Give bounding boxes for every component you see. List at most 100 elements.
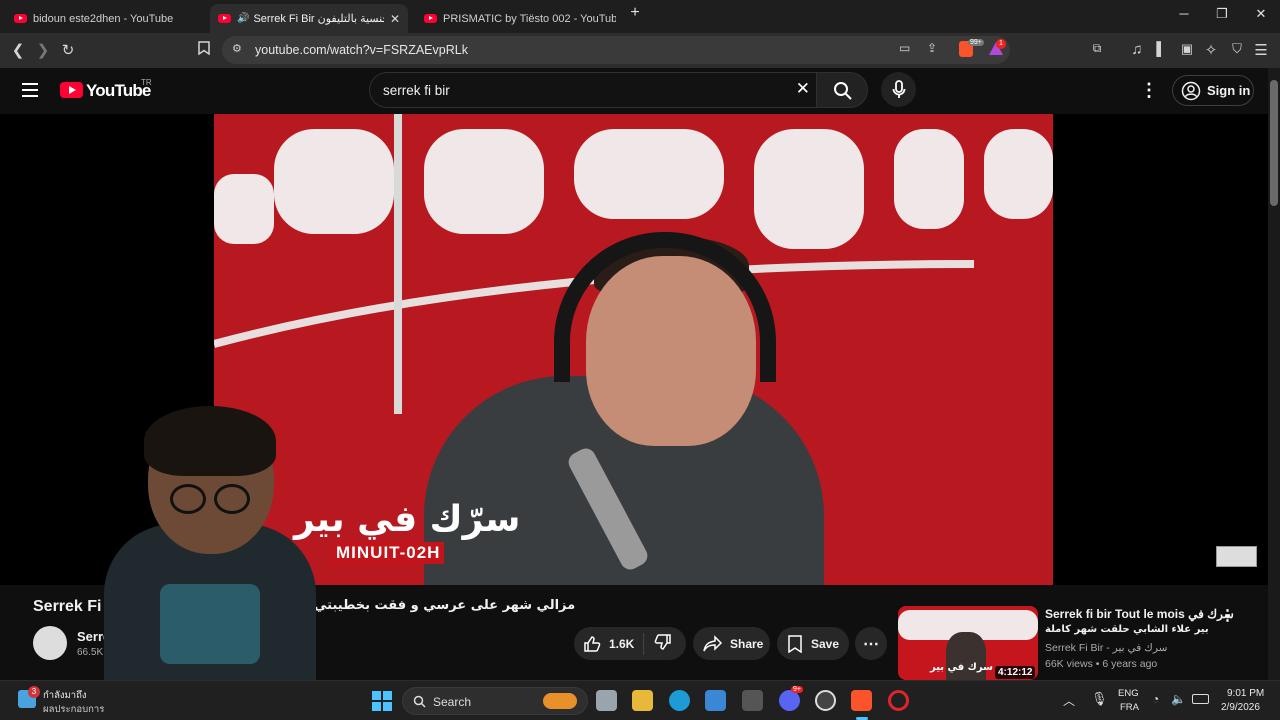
- youtube-favicon-icon: [424, 14, 437, 23]
- taskbar-search-box[interactable]: Search: [402, 687, 588, 715]
- webcam-shirt-print: [160, 584, 260, 664]
- recommended-kebab-icon[interactable]: ⋮: [1220, 606, 1235, 624]
- microsoft-store-icon[interactable]: [705, 690, 726, 711]
- recommended-channel[interactable]: Serrek Fi Bir - سرك في بير: [1045, 642, 1167, 654]
- video-duration: 4:12:12: [995, 666, 1036, 679]
- voice-search-button[interactable]: [881, 72, 916, 107]
- like-count: 1.6K: [609, 636, 635, 651]
- forward-arrow-icon[interactable]: ❯: [33, 41, 53, 59]
- cast-icon[interactable]: ▭: [899, 41, 910, 55]
- wallet-icon[interactable]: ▣: [1177, 41, 1197, 57]
- tab-bidoun[interactable]: bidoun este2dhen - YouTube: [6, 4, 208, 33]
- battery-icon[interactable]: [1192, 694, 1209, 704]
- share-button[interactable]: Share: [693, 627, 770, 660]
- tab-title: Serrek Fi Bir جنسية بالتليفون: [253, 13, 384, 25]
- recommended-title-line1[interactable]: Serrek fi bir Tout le mois سرك في: [1045, 607, 1234, 621]
- back-arrow-icon[interactable]: ❮: [8, 41, 28, 59]
- more-horizontal-icon: ⋯: [863, 635, 879, 653]
- widgets-headline[interactable]: กำลังมาถึง: [43, 688, 87, 703]
- account-icon: [1181, 81, 1201, 100]
- save-bookmark-icon: [788, 634, 802, 653]
- end-screen-thumbnail[interactable]: [1216, 546, 1257, 567]
- address-bar[interactable]: ⚙ youtube.com/watch?v=FSRZAEvpRLk ▭ ⇪ 99…: [222, 36, 1010, 64]
- microphone-icon: [892, 80, 906, 98]
- share-page-icon[interactable]: ⇪: [927, 41, 937, 55]
- webcam-glasses: [170, 484, 260, 516]
- tab-close-icon[interactable]: ✕: [384, 12, 400, 26]
- windows-taskbar: 3 กำลังมาถึง ผลประกอบการ Search 9+ ︿ 🎙 E…: [0, 680, 1280, 720]
- keyboard-layout[interactable]: FRA: [1120, 702, 1139, 713]
- vpn-shield-icon[interactable]: ⛉: [1227, 41, 1247, 57]
- url-text[interactable]: youtube.com/watch?v=FSRZAEvpRLk: [255, 43, 468, 57]
- brave-taskbar-icon[interactable]: [851, 690, 872, 711]
- browser-menu-icon[interactable]: ☰: [1251, 41, 1271, 59]
- view-count: 66K views: [1045, 658, 1093, 670]
- thumbs-down-icon: [654, 634, 671, 650]
- like-button[interactable]: 1.6K: [574, 632, 644, 655]
- new-tab-button[interactable]: +: [620, 4, 650, 22]
- file-explorer-icon[interactable]: [632, 690, 653, 711]
- media-icon[interactable]: ♫: [1127, 41, 1147, 58]
- close-window-button[interactable]: ✕: [1246, 6, 1276, 22]
- video-frame[interactable]: سرّك في بير MINUIT-02H: [214, 114, 1053, 585]
- site-settings-icon[interactable]: ⚙: [232, 42, 242, 55]
- obs-icon[interactable]: [815, 690, 836, 711]
- windows-start-icon[interactable]: [372, 691, 392, 711]
- tab-prismatic[interactable]: PRISMATIC by Tiësto 002 - YouTube: [416, 4, 616, 33]
- sign-in-label: Sign in: [1207, 83, 1251, 98]
- search-input[interactable]: serrek fi bir ✕: [369, 72, 816, 108]
- sidebar-icon[interactable]: ▌: [1151, 41, 1171, 56]
- rewards-badge: 1: [996, 39, 1006, 49]
- speaker-icon[interactable]: 🔊: [237, 13, 249, 24]
- save-label: Save: [811, 636, 840, 651]
- discord-badge: 9+: [791, 686, 803, 693]
- more-actions-button[interactable]: ⋯: [855, 627, 887, 660]
- youtube-logo-icon[interactable]: [60, 82, 83, 98]
- tab-serrek-fi-bir[interactable]: 🔊 Serrek Fi Bir جنسية بالتليفون ✕: [210, 4, 408, 33]
- sign-in-button[interactable]: Sign in: [1172, 75, 1254, 106]
- unity-icon[interactable]: [742, 690, 763, 711]
- taskbar-search-icon: [413, 695, 426, 708]
- wifi-icon[interactable]: ◔: [1152, 692, 1159, 706]
- widgets-badge: 3: [28, 686, 40, 698]
- restore-button[interactable]: ❐: [1207, 6, 1237, 22]
- dislike-button[interactable]: [644, 633, 672, 654]
- tray-mic-icon[interactable]: 🎙: [1091, 691, 1108, 707]
- search-query[interactable]: serrek fi bir: [383, 83, 450, 98]
- clock-time[interactable]: 9:01 PM: [1227, 688, 1264, 699]
- tab-title: PRISMATIC by Tiësto 002 - YouTube: [443, 12, 616, 25]
- youtube-favicon-icon: [14, 14, 27, 23]
- settings-kebab-icon[interactable]: ⋮: [1140, 80, 1158, 101]
- youtube-header: YouTube TR serrek fi bir ✕ ⋮ Sign in: [0, 68, 1268, 114]
- recommended-title-line2[interactable]: بير علاء الشابي حلقت شهر كاملة: [1045, 624, 1209, 635]
- screenshot-icon[interactable]: ⧉: [1087, 41, 1107, 56]
- scrollbar-thumb[interactable]: [1270, 80, 1278, 206]
- discord-icon[interactable]: [779, 690, 800, 711]
- search-button[interactable]: [816, 72, 868, 108]
- save-button[interactable]: Save: [777, 627, 849, 660]
- tray-overflow-icon[interactable]: ︿: [1063, 692, 1075, 709]
- volume-icon[interactable]: 🔈: [1171, 692, 1186, 706]
- input-language[interactable]: ENG: [1118, 688, 1139, 699]
- show-watermark: سرّك في بير: [294, 499, 521, 540]
- thumbs-up-icon: [584, 635, 601, 652]
- browser-toolbar: ❮ ❯ ↻ ⚙ youtube.com/watch?v=FSRZAEvpRLk …: [0, 33, 1280, 68]
- leo-ai-icon[interactable]: ✧: [1201, 41, 1221, 59]
- clear-search-icon[interactable]: ✕: [796, 79, 810, 99]
- reload-icon[interactable]: ↻: [58, 41, 78, 59]
- task-view-icon[interactable]: [596, 690, 617, 711]
- minimize-button[interactable]: ─: [1169, 6, 1199, 21]
- webcam-hair: [144, 406, 276, 476]
- clock-date[interactable]: 2/9/2026: [1221, 702, 1260, 713]
- bookmark-icon[interactable]: [194, 41, 214, 58]
- youtube-favicon-icon: [218, 14, 231, 23]
- channel-avatar[interactable]: [33, 626, 67, 660]
- like-dislike-group: 1.6K: [574, 627, 686, 660]
- recommended-meta: 66K views • 6 years ago: [1045, 658, 1158, 670]
- edge-icon[interactable]: [669, 690, 690, 711]
- widgets-subline[interactable]: ผลประกอบการ: [43, 702, 104, 717]
- video-title-arabic: مزالي شهر على عرسي و فقت بخطيبتي: [314, 598, 576, 613]
- search-highlight-icon: [543, 693, 577, 709]
- opera-icon[interactable]: [888, 690, 909, 711]
- guide-menu-icon[interactable]: [22, 83, 38, 97]
